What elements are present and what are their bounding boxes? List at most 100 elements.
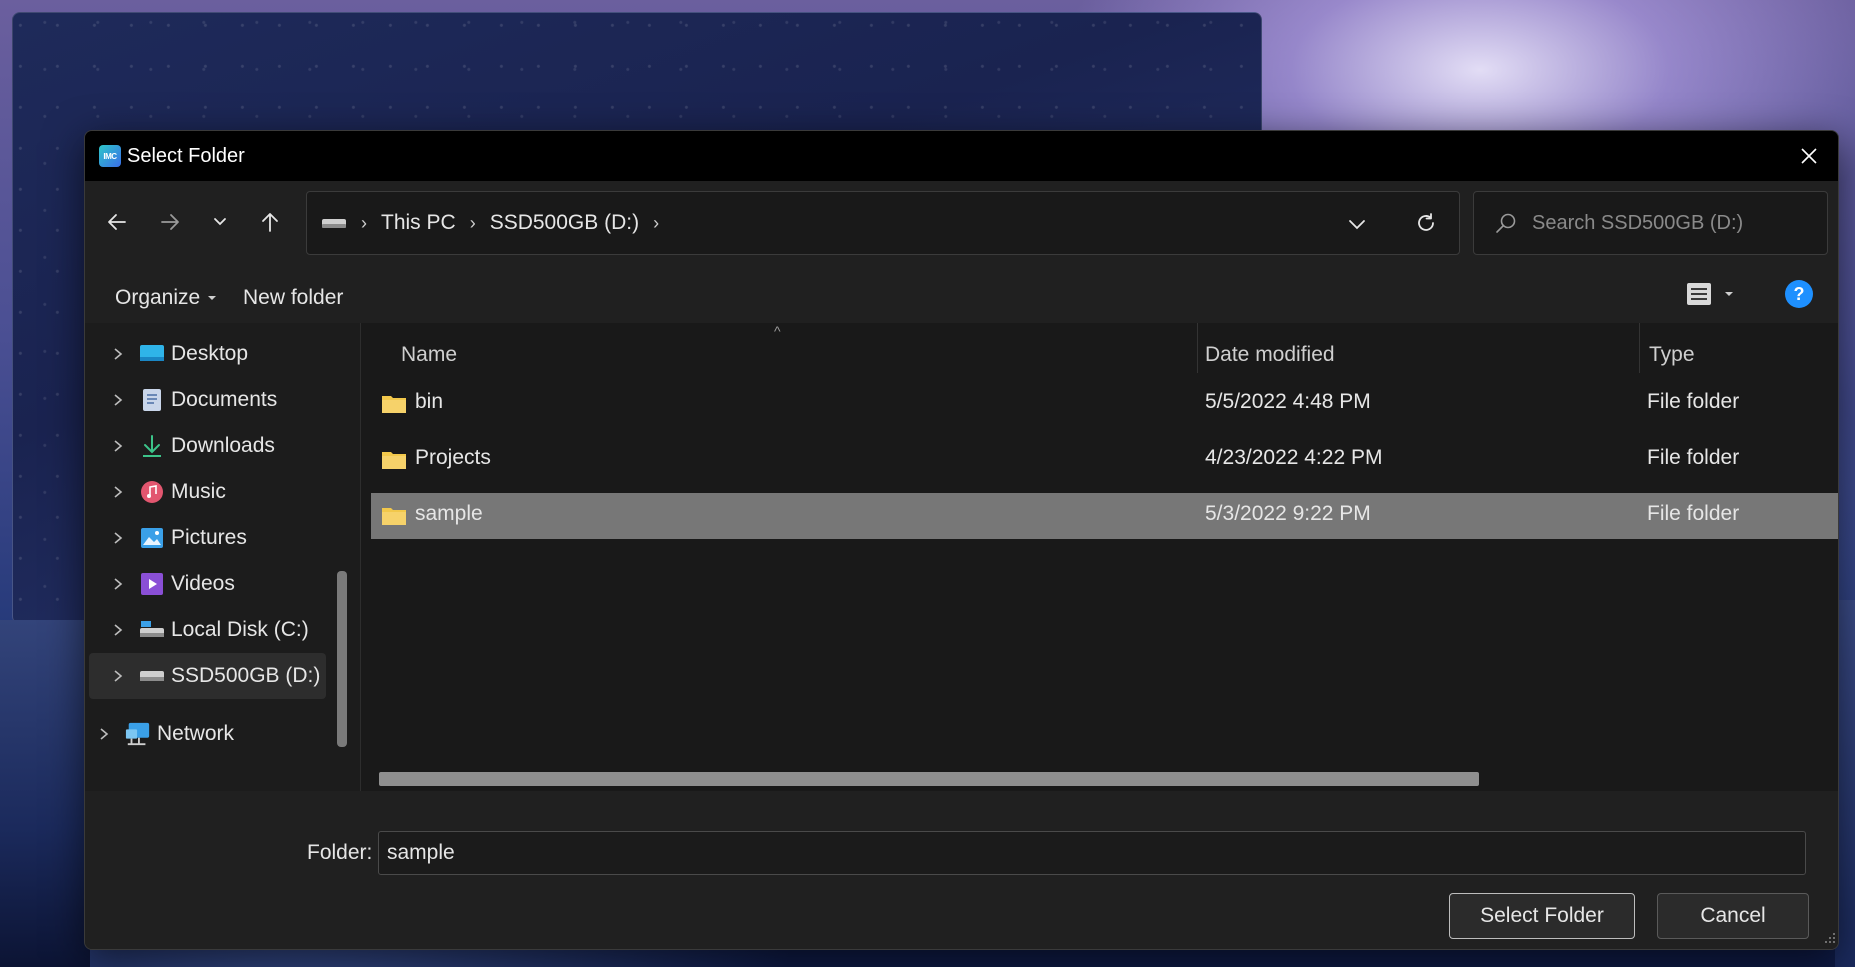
arrow-left-icon — [108, 214, 126, 230]
forward-button[interactable] — [150, 202, 190, 242]
file-name: sample — [415, 502, 483, 525]
navigation-pane-scrollbar[interactable] — [337, 571, 347, 747]
sidebar-item-network[interactable]: Network — [85, 711, 312, 757]
file-name: Projects — [415, 446, 491, 469]
drive-icon — [139, 664, 165, 688]
drive-icon — [139, 618, 165, 642]
chevron-down-icon — [1349, 220, 1365, 230]
pictures-icon — [139, 526, 165, 550]
folder-label: Folder: — [307, 841, 373, 864]
arrow-right-icon — [161, 214, 179, 230]
column-divider[interactable] — [1197, 323, 1198, 373]
sidebar-item-downloads[interactable]: Downloads — [89, 423, 326, 469]
caret-down-icon — [1725, 292, 1733, 296]
sidebar-item-label: Music — [171, 480, 226, 503]
table-row[interactable]: bin 5/5/2022 4:48 PM File folder — [371, 381, 1838, 427]
column-header-name[interactable]: Name — [401, 335, 457, 375]
up-button[interactable] — [250, 202, 290, 242]
address-dropdown-button[interactable] — [1347, 214, 1367, 239]
expand-chevron-icon[interactable] — [109, 347, 127, 361]
new-folder-label: New folder — [243, 286, 344, 309]
organize-label: Organize — [115, 286, 201, 309]
sidebar-item-label: Documents — [171, 388, 278, 411]
arrow-up-icon — [262, 213, 278, 232]
breadcrumb-ssd500gb[interactable]: SSD500GB (D:) — [490, 211, 639, 235]
videos-icon — [139, 572, 165, 596]
dialog-title: Select Folder — [127, 144, 245, 167]
search-input[interactable] — [1532, 211, 1792, 235]
documents-icon — [139, 388, 165, 412]
command-bar: Organize New folder ? — [85, 271, 1838, 321]
sidebar-item-documents[interactable]: Documents — [89, 377, 326, 423]
expand-chevron-icon[interactable] — [95, 727, 113, 741]
wallpaper-city-left — [0, 620, 90, 967]
navigation-pane: Desktop Documents Downloads Music Pictur — [85, 323, 360, 791]
sidebar-item-videos[interactable]: Videos — [89, 561, 326, 607]
new-folder-button[interactable]: New folder — [243, 281, 343, 315]
select-folder-dialog: IMC Select Folder › This PC › SSD500GB (… — [84, 130, 1839, 950]
list-view-icon — [1687, 283, 1711, 305]
cancel-button[interactable]: Cancel — [1657, 893, 1809, 939]
table-row-selected[interactable]: sample 5/3/2022 9:22 PM File folder — [371, 493, 1838, 539]
refresh-icon — [1418, 213, 1434, 231]
sidebar-item-label: Network — [157, 722, 235, 745]
title-bar: IMC Select Folder — [85, 131, 1838, 181]
sidebar-item-pictures[interactable]: Pictures — [89, 515, 326, 561]
breadcrumb-this-pc[interactable]: This PC — [381, 211, 456, 235]
column-divider[interactable] — [1639, 323, 1640, 373]
sort-ascending-icon: ^ — [774, 323, 781, 339]
recent-locations-button[interactable] — [200, 202, 240, 242]
view-options-button[interactable] — [1685, 277, 1735, 311]
help-icon: ? — [1785, 280, 1813, 308]
breadcrumb-separator: › — [361, 212, 367, 233]
refresh-button[interactable] — [1415, 212, 1437, 239]
sidebar-item-music[interactable]: Music — [89, 469, 326, 515]
close-button[interactable] — [1790, 137, 1828, 175]
file-type: File folder — [1647, 390, 1740, 413]
sidebar-item-label: Downloads — [171, 434, 275, 457]
close-icon — [1801, 148, 1817, 164]
organize-button[interactable]: Organize — [115, 281, 218, 315]
file-type: File folder — [1647, 502, 1740, 525]
svg-text:?: ? — [1794, 284, 1805, 304]
folder-name-input[interactable] — [378, 831, 1806, 875]
search-icon — [1494, 211, 1518, 235]
expand-chevron-icon[interactable] — [109, 623, 127, 637]
music-icon — [139, 480, 165, 504]
expand-chevron-icon[interactable] — [109, 577, 127, 591]
expand-chevron-icon[interactable] — [109, 531, 127, 545]
table-row[interactable]: Projects 4/23/2022 4:22 PM File folder — [371, 437, 1838, 483]
column-header-type[interactable]: Type — [1649, 335, 1695, 375]
folder-icon — [381, 505, 407, 532]
column-header-date-modified[interactable]: Date modified — [1205, 335, 1335, 375]
breadcrumb-separator: › — [469, 212, 476, 233]
resize-grip-icon[interactable] — [1824, 931, 1836, 949]
expand-chevron-icon[interactable] — [109, 439, 127, 453]
address-bar[interactable]: › This PC › SSD500GB (D:) › — [306, 191, 1460, 255]
downloads-icon — [139, 434, 165, 458]
select-folder-button[interactable]: Select Folder — [1449, 893, 1635, 939]
drive-icon — [321, 216, 347, 230]
search-box[interactable] — [1473, 191, 1828, 255]
file-type: File folder — [1647, 446, 1740, 469]
breadcrumb-separator[interactable]: › — [653, 213, 659, 234]
expand-chevron-icon[interactable] — [109, 485, 127, 499]
horizontal-scrollbar[interactable] — [379, 772, 1479, 786]
desktop-icon — [139, 342, 165, 366]
sidebar-item-ssd500gb[interactable]: SSD500GB (D:) — [89, 653, 326, 699]
sidebar-item-label: SSD500GB (D:) — [171, 664, 321, 687]
sidebar-item-desktop[interactable]: Desktop — [89, 331, 326, 377]
caret-down-icon — [208, 296, 217, 300]
sidebar-item-label: Local Disk (C:) — [171, 618, 309, 641]
file-name: bin — [415, 390, 444, 413]
expand-chevron-icon[interactable] — [109, 393, 127, 407]
sidebar-item-local-disk[interactable]: Local Disk (C:) — [89, 607, 326, 653]
file-date: 5/3/2022 9:22 PM — [1205, 502, 1371, 525]
back-button[interactable] — [97, 202, 137, 242]
file-list: ^ Name Date modified Type bin 5/5/2022 4… — [361, 323, 1838, 791]
file-date: 5/5/2022 4:48 PM — [1205, 390, 1371, 413]
folder-icon — [381, 449, 407, 476]
content-area: Desktop Documents Downloads Music Pictur — [85, 323, 1838, 791]
expand-chevron-icon[interactable] — [109, 669, 127, 683]
help-button[interactable]: ? — [1784, 277, 1814, 311]
